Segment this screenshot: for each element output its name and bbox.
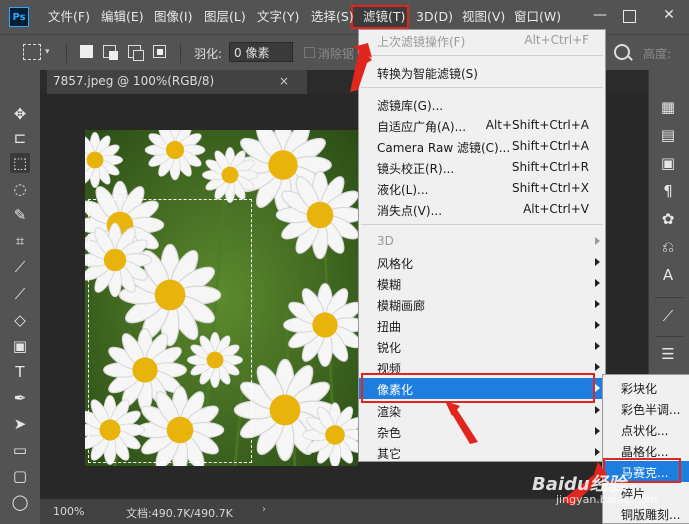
watermark-url: jingyan.baidu.com	[556, 493, 658, 506]
annotation-arrows	[350, 43, 608, 506]
